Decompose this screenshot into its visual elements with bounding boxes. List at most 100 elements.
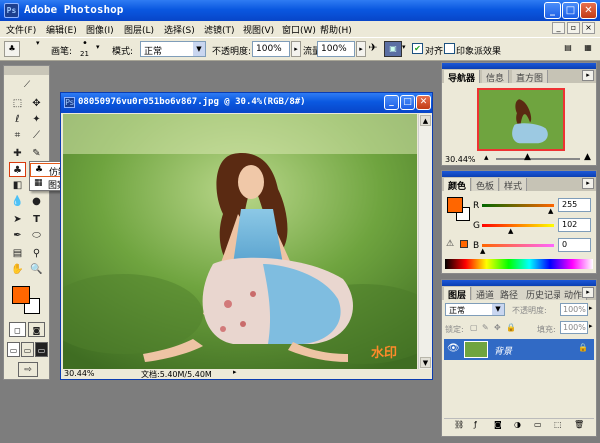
airbrush-icon[interactable]: ✈ [365,41,381,57]
red-slider[interactable] [482,204,554,207]
menu-file[interactable]: 文件(F) [6,23,36,36]
flow-input[interactable]: 100% [317,41,355,57]
fill-arrow-icon[interactable]: ▸ [589,322,593,330]
screen-mode-full-icon[interactable]: ▭ [35,342,48,357]
blue-input[interactable]: 0 [558,238,591,252]
eyedropper-tool-icon[interactable]: ⚲ [28,246,45,261]
shape-tool-icon[interactable]: ⬭ [28,228,45,243]
zoom-in-icon[interactable]: ▲ [584,152,591,162]
blend-mode-select[interactable]: 正常 ▼ [445,303,505,316]
panel-menu-icon[interactable]: ▸ [582,287,594,298]
notes-tool-icon[interactable]: ▤ [9,246,26,261]
menu-view[interactable]: 视图(V) [243,23,274,36]
lock-position-icon[interactable]: ✥ [494,323,501,332]
standard-mode-icon[interactable]: ◻ [9,322,26,337]
menu-window[interactable]: 窗口(W) [282,23,316,36]
maximize-button[interactable]: □ [562,2,579,19]
status-menu-icon[interactable]: ▸ [233,368,237,376]
tab-swatches[interactable]: 色板 [472,178,500,192]
slice-tool-icon[interactable]: ⟋ [28,128,45,143]
scroll-up-icon[interactable]: ▲ [420,115,431,126]
type-tool-icon[interactable]: T [28,212,45,227]
panel-menu-icon[interactable]: ▸ [582,178,594,189]
hand-tool-icon[interactable]: ✋ [9,262,26,277]
color-spectrum-bar[interactable] [445,259,593,269]
opacity-input[interactable]: 100% [252,41,290,57]
gamut-warning-icon[interactable]: ⚠ [446,239,454,249]
navigator-zoom-slider[interactable] [496,158,580,160]
screen-mode-standard-icon[interactable]: ▭ [7,342,20,357]
preset-arrow-icon[interactable]: ▾ [36,39,40,47]
crop-tool-icon[interactable]: ⌗ [9,128,26,143]
new-layer-icon[interactable]: ⬚ [554,420,562,429]
doc-close-button[interactable]: ✕ [416,95,431,110]
gamut-color-swatch[interactable] [460,240,468,248]
lock-transparency-icon[interactable]: ▢ [470,323,478,332]
document-zoom[interactable]: 30.44% [64,369,95,378]
document-title-bar[interactable]: Ps 08050976vu0r051bo6v867.jpg @ 30.4%(RG… [61,93,432,113]
eye-icon[interactable]: 👁 [447,343,460,354]
layer-opacity-arrow-icon[interactable]: ▸ [589,304,593,312]
toolbox-grip[interactable] [4,66,49,75]
blue-slider-handle-icon[interactable]: ▲ [480,247,485,255]
fill-input[interactable]: 100% [560,321,588,334]
color-foreground-swatch-top[interactable] [447,197,463,213]
tab-channels[interactable]: 通道 [472,287,500,301]
menu-select[interactable]: 选择(S) [164,23,195,36]
impressionist-checkbox[interactable] [444,43,455,54]
menu-layer[interactable]: 图层(L) [124,23,154,36]
lasso-tool-icon[interactable]: ℓ [9,112,26,127]
navigator-zoom[interactable]: 30.44% [445,155,476,164]
green-slider[interactable] [482,224,554,227]
source-dropdown-icon[interactable]: ▾ [402,43,406,51]
document-canvas[interactable]: 水印 [63,114,417,369]
clone-stamp-tool-icon[interactable]: ♣ [9,162,26,177]
pen-tool-icon[interactable]: ✒ [9,228,26,243]
green-input[interactable]: 102 [558,218,591,232]
lock-all-icon[interactable]: 🔒 [506,323,516,332]
menu-image[interactable]: 图像(I) [86,23,114,36]
marquee-tool-icon[interactable]: ⬚ [9,96,26,111]
blue-slider[interactable] [482,244,554,247]
navigator-preview[interactable] [477,88,565,151]
zoom-tool-icon[interactable]: 🔍 [28,262,45,277]
brush-tool-icon[interactable]: ✎ [28,146,45,161]
tab-navigator[interactable]: 导航器 [444,70,481,84]
clone-source-icon[interactable]: ▣ [384,41,402,57]
menu-edit[interactable]: 编辑(E) [46,23,77,36]
new-group-icon[interactable]: ▭ [534,420,542,429]
close-button[interactable]: ✕ [580,2,597,19]
aligned-checkbox[interactable]: ✔ [412,43,423,54]
lock-image-icon[interactable]: ✎ [482,323,489,332]
magic-wand-tool-icon[interactable]: ✦ [28,112,45,127]
menu-filter[interactable]: 滤镜(T) [204,23,235,36]
zoom-out-icon[interactable]: ▴ [484,153,489,163]
tab-styles[interactable]: 样式 [500,178,528,192]
brush-tip-icon[interactable]: • [82,38,88,49]
opacity-slider-arrow-icon[interactable]: ▸ [291,41,301,57]
move-tool-icon[interactable]: ✥ [28,96,45,111]
mdi-close-button[interactable]: × [582,22,595,34]
document-vertical-scrollbar[interactable]: ▲ ▼ [418,114,432,369]
mdi-restore-button[interactable]: ▫ [567,22,580,34]
green-slider-handle-icon[interactable]: ▲ [508,227,513,235]
tab-paths[interactable]: 路径 [496,287,524,301]
zoom-slider-handle-icon[interactable]: ▲ [524,152,531,162]
doc-maximize-button[interactable]: □ [400,95,415,110]
palette-well-icon[interactable]: ▤ [560,41,576,57]
tab-color[interactable]: 颜色 [444,178,472,192]
brush-dropdown-icon[interactable]: ▾ [96,43,100,51]
layer-row-background[interactable]: 👁 背景 🔒 [444,339,594,360]
mdi-minimize-button[interactable]: _ [552,22,565,34]
menu-help[interactable]: 帮助(H) [320,23,352,36]
tab-layers[interactable]: 图层 [444,287,472,301]
link-layers-icon[interactable]: ⛓ [454,420,464,429]
delete-layer-icon[interactable]: 🗑 [574,420,584,429]
red-slider-handle-icon[interactable]: ▲ [548,207,553,215]
panel-menu-icon[interactable]: ▸ [582,70,594,81]
red-input[interactable]: 255 [558,198,591,212]
scroll-down-icon[interactable]: ▼ [420,357,431,368]
foreground-color-swatch-top[interactable] [12,286,30,304]
tab-histogram[interactable]: 直方图 [512,70,549,84]
layer-mask-icon[interactable]: ◙ [494,420,502,429]
